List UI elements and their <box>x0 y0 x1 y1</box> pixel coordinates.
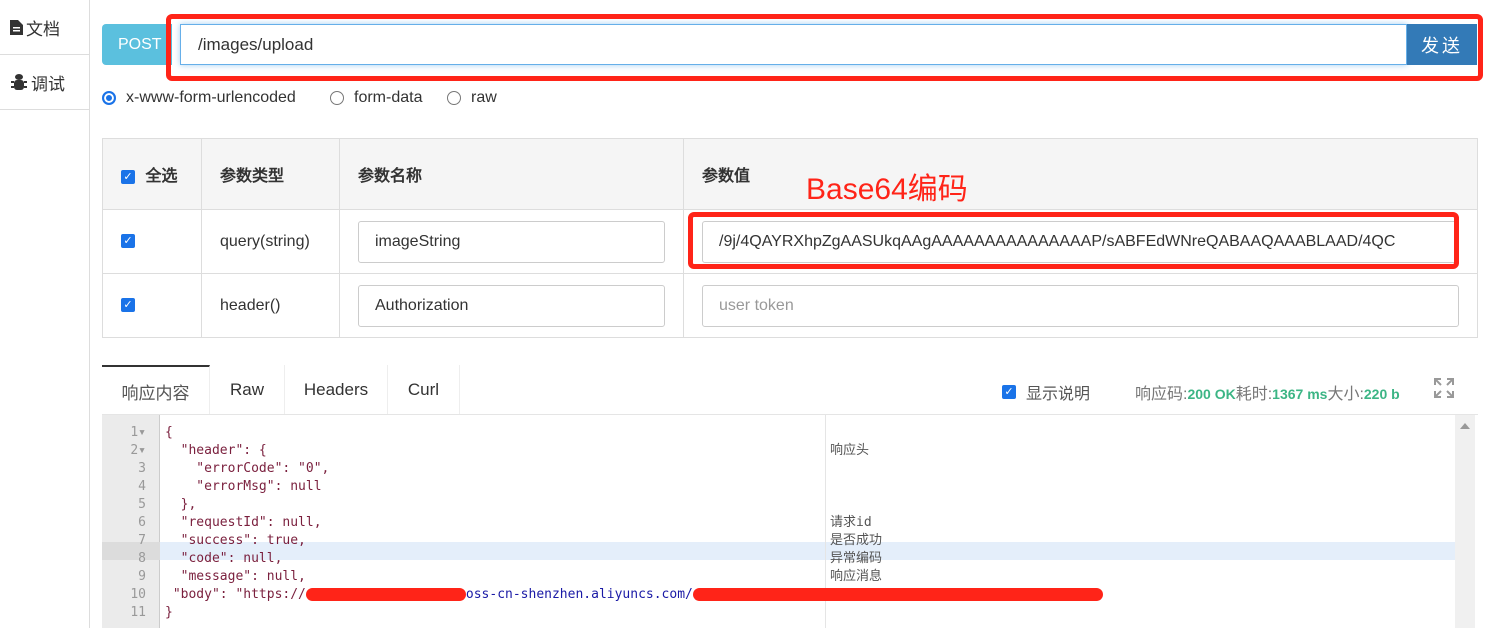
scrollbar[interactable] <box>1455 415 1475 628</box>
radio-urlencoded[interactable]: x-www-form-urlencoded <box>102 89 296 107</box>
param-name-input[interactable]: Authorization <box>358 284 665 327</box>
line-number: 2▾ <box>130 443 146 458</box>
line-number: 4 <box>138 479 146 494</box>
bug-icon <box>11 74 27 90</box>
line-number: 8 <box>138 551 146 566</box>
select-all-checkbox[interactable]: ✓ <box>121 169 135 184</box>
radio-raw[interactable]: raw <box>447 89 497 107</box>
field-description: 请求id <box>830 515 872 530</box>
radio-dot[interactable] <box>447 91 461 105</box>
param-type: header() <box>201 273 340 338</box>
field-description: 是否成功 <box>830 533 883 548</box>
code-line: "header": { <box>165 443 267 458</box>
sidebar: 文档 调试 <box>0 0 90 628</box>
tab-raw[interactable]: Raw <box>210 365 285 415</box>
code-line: "message": null, <box>165 569 306 584</box>
radio-dot[interactable] <box>330 91 344 105</box>
sidebar-item-label: 调试 <box>31 74 65 94</box>
status-label: 响应码: <box>1135 386 1188 403</box>
line-number: 6 <box>138 515 146 530</box>
field-description: 响应消息 <box>830 569 883 584</box>
sidebar-item-label: 文档 <box>26 19 60 39</box>
line-number: 5 <box>138 497 146 512</box>
redaction <box>692 588 1103 601</box>
tab-headers[interactable]: Headers <box>285 365 388 415</box>
table-row: ✓ header() Authorization user token <box>102 273 1478 338</box>
code-line: "requestId": null, <box>165 515 322 530</box>
code-line: "success": true, <box>165 533 306 548</box>
file-icon <box>10 20 23 35</box>
show-desc-label: 显示说明 <box>1026 386 1091 403</box>
show-desc-checkbox[interactable]: ✓ <box>1002 385 1016 399</box>
time-value: 1367 ms <box>1272 386 1328 402</box>
radio-dot[interactable] <box>102 91 116 105</box>
line-number: 9 <box>138 569 146 584</box>
tab-response-content[interactable]: 响应内容 <box>102 365 210 415</box>
size-label: 大小: <box>1327 386 1364 403</box>
field-description: 响应头 <box>830 443 870 458</box>
response-status: 响应码:200 OK耗时:1367 ms大小:220 b <box>1135 380 1400 404</box>
code-line: "body": "https:// oss-cn-shenzhen.aliyunc… <box>165 586 1103 604</box>
col-type: 参数类型 <box>201 138 340 210</box>
col-name: 参数名称 <box>339 138 684 210</box>
line-number: 3 <box>138 461 146 476</box>
radio-label: raw <box>471 89 497 106</box>
sidebar-item-debug[interactable]: 调试 <box>0 55 90 110</box>
radio-label: x-www-form-urlencoded <box>126 89 296 106</box>
show-desc-toggle[interactable]: ✓ 显示说明 <box>1002 380 1090 404</box>
code-line: } <box>165 605 173 620</box>
annotation-label: Base64编码 <box>806 173 968 206</box>
fullscreen-icon[interactable] <box>1434 378 1454 398</box>
row-checkbox[interactable]: ✓ <box>121 234 135 249</box>
code-line: }, <box>165 497 197 512</box>
code-line: "errorCode": "0", <box>165 461 330 476</box>
redaction <box>305 588 466 601</box>
highlight-box <box>688 212 1459 269</box>
tab-curl[interactable]: Curl <box>388 365 460 415</box>
code-text: "body": "https:// <box>165 587 306 602</box>
body-url-text: oss-cn-shenzhen.aliyuncs.com/ <box>465 587 693 602</box>
line-number: 7 <box>138 533 146 548</box>
size-value: 220 b <box>1363 386 1400 402</box>
status-value: 200 OK <box>1187 386 1236 402</box>
radio-label: form-data <box>354 89 423 106</box>
line-number: 1▾ <box>130 425 146 440</box>
param-name-input[interactable]: imageString <box>358 220 665 263</box>
line-number: 10 <box>130 587 146 602</box>
time-label: 耗时: <box>1235 386 1273 403</box>
row-checkbox[interactable]: ✓ <box>121 298 135 313</box>
table-header: ✓ 全选 参数类型 参数名称 参数值 <box>102 138 1478 210</box>
line-number: 11 <box>130 605 146 620</box>
method-badge[interactable]: POST <box>102 24 172 65</box>
code-line: { <box>165 425 173 440</box>
col-value: 参数值 <box>683 138 1478 210</box>
select-all-label: 全选 <box>145 168 178 185</box>
radio-form-data[interactable]: form-data <box>330 89 422 107</box>
param-type: query(string) <box>201 209 340 274</box>
param-value-input[interactable]: user token <box>702 284 1459 327</box>
field-description: 异常编码 <box>830 551 883 566</box>
sidebar-item-docs[interactable]: 文档 <box>0 0 90 55</box>
code-line: "code": null, <box>165 551 283 566</box>
code-line: "errorMsg": null <box>165 479 322 494</box>
highlight-box <box>166 14 1483 81</box>
